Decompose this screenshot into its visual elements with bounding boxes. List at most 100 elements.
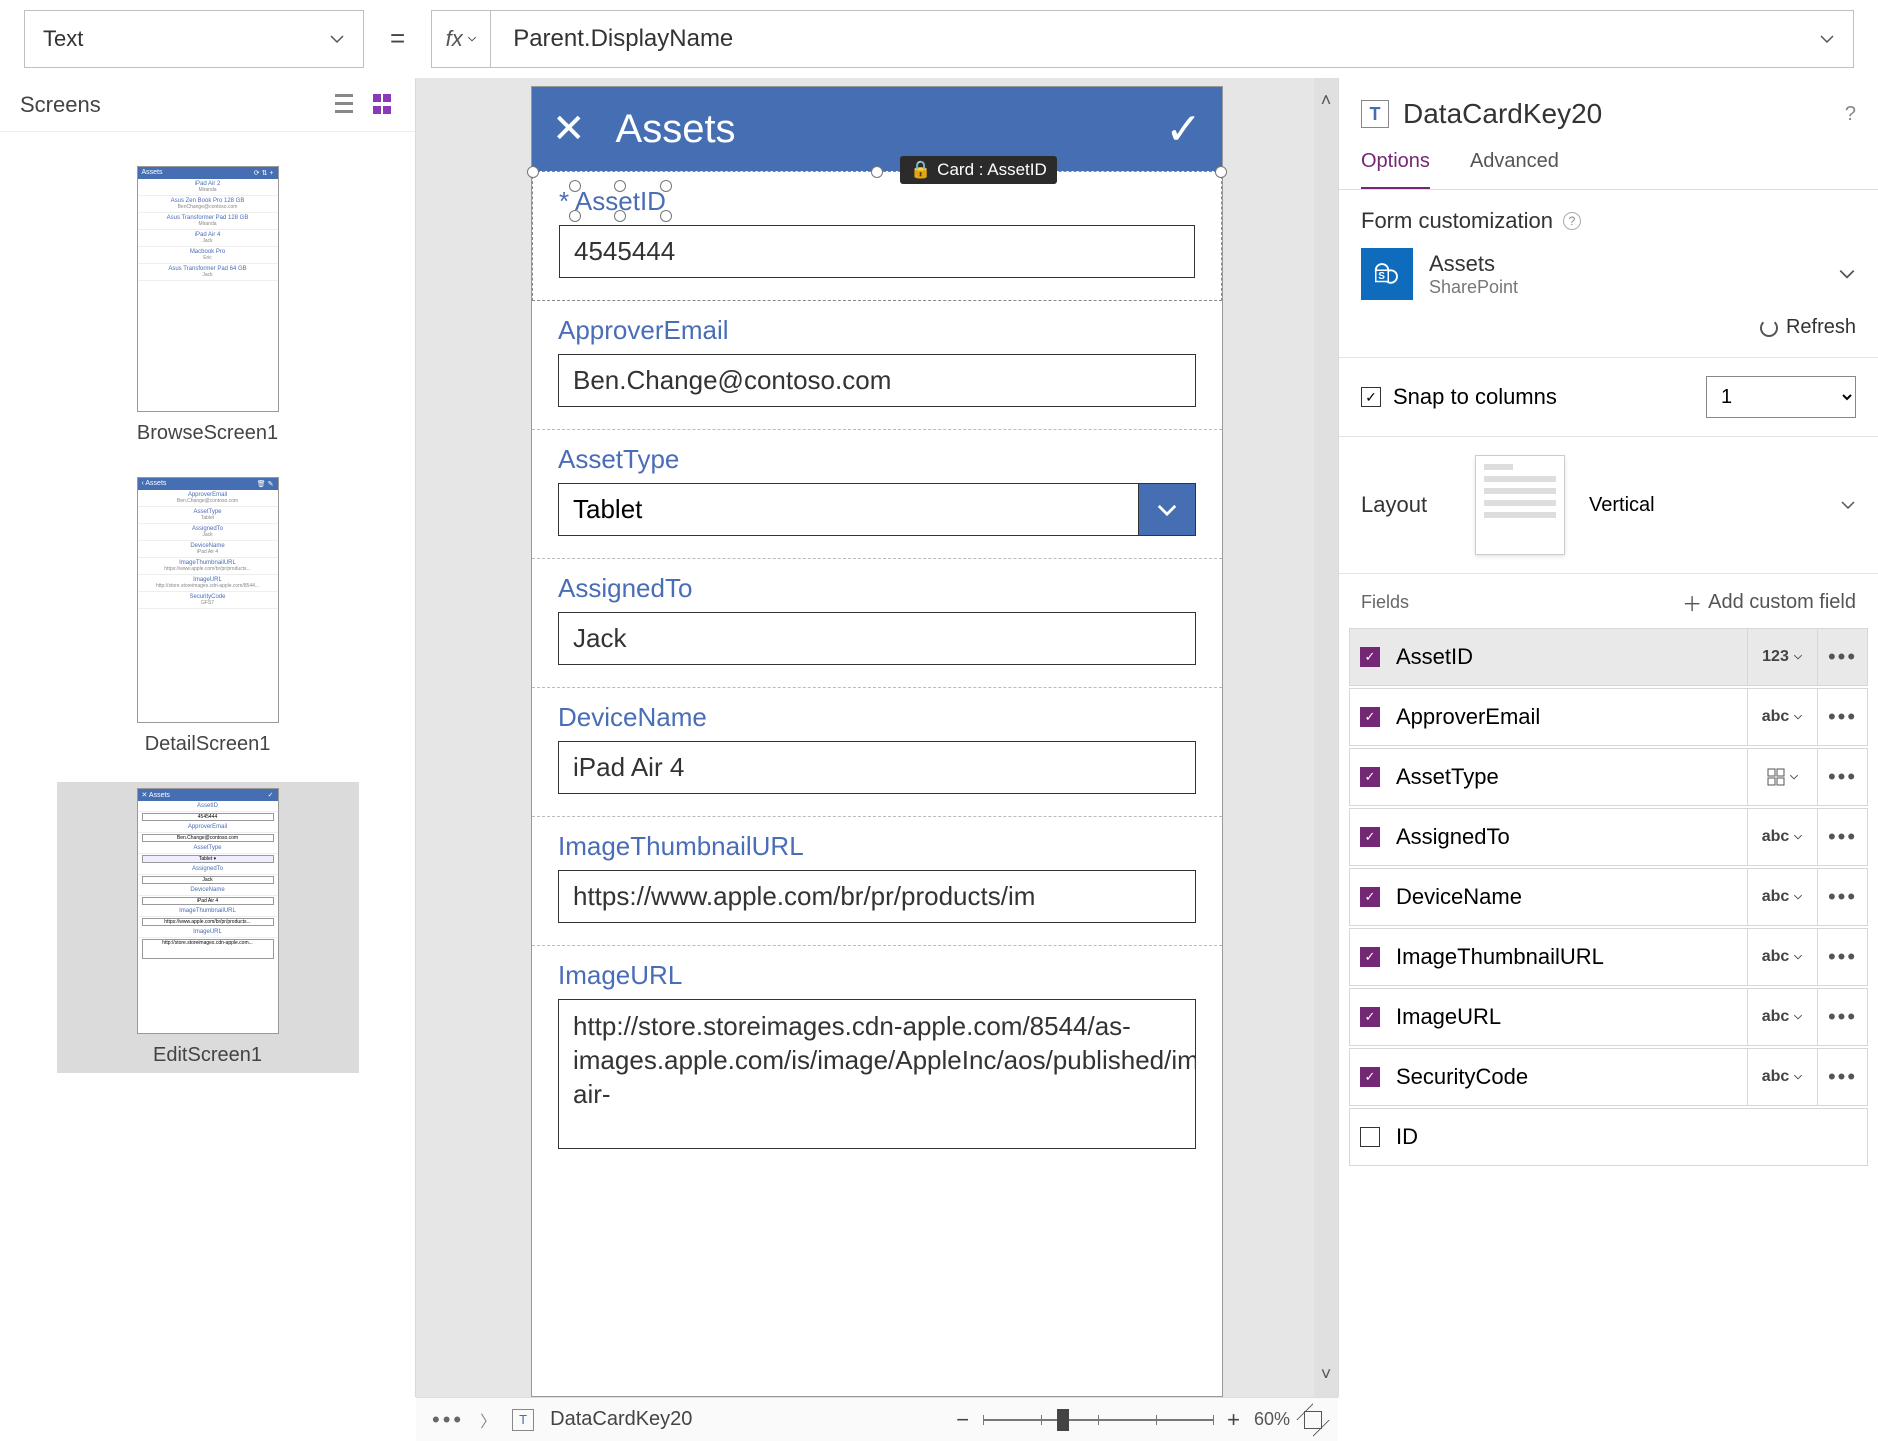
phone-canvas[interactable]: ✕ Assets ✓ * AssetID ApproverEmail [531,86,1223,1397]
screen-label: DetailScreen1 [137,733,279,756]
layout-label: Layout [1361,492,1451,518]
screens-panel: Screens Assets⟳ ⇅ + iPad Air 2Miranda As… [0,78,416,1397]
screens-header: Screens [0,78,415,132]
field-type-selector[interactable]: abc [1747,869,1817,925]
snap-label: Snap to columns [1393,384,1557,410]
layout-select[interactable]: Vertical [1589,494,1856,517]
screens-title: Screens [20,92,101,118]
field-label: ImageThumbnailURL [558,831,1196,862]
card-imagethumbnailurl[interactable]: ImageThumbnailURL [532,817,1222,946]
field-row-devicename[interactable]: ✓ DeviceNameabc ••• [1349,868,1868,926]
field-row-assignedto[interactable]: ✓ AssignedToabc ••• [1349,808,1868,866]
canvas-scrollbar[interactable]: ˄ ˅ [1314,78,1338,1397]
field-row-imagethumbnailurl[interactable]: ✓ImageThumbnailURLabc ••• [1349,928,1868,986]
field-checkbox[interactable]: ✓ [1360,647,1380,667]
card-imageurl[interactable]: ImageURL http://store.storeimages.cdn-ap… [532,946,1222,1171]
field-name: DeviceName [1390,884,1747,910]
list-view-icon[interactable] [335,94,357,116]
refresh-button[interactable]: Refresh [1361,316,1856,339]
tab-advanced[interactable]: Advanced [1470,136,1559,189]
breadcrumb[interactable]: DataCardKey20 [550,1408,692,1431]
equals-icon: = [384,23,411,54]
field-checkbox[interactable]: ✓ [1360,767,1380,787]
field-more-icon[interactable]: ••• [1817,1049,1867,1105]
properties-panel: T DataCardKey20 ? Options Advanced Form … [1338,78,1878,1397]
field-checkbox[interactable]: ✓ [1360,887,1380,907]
field-input-assetid[interactable] [559,225,1195,278]
field-select-assettype[interactable]: Tablet [558,483,1138,536]
app-title: Assets [616,107,1136,152]
field-checkbox[interactable]: ✓ [1360,827,1380,847]
screen-thumbnail-edit[interactable]: ✕ Assets✓ AssetID4545444 ApproverEmailBe… [57,782,359,1073]
field-name: AssignedTo [1390,824,1747,850]
card-devicename[interactable]: DeviceName [532,688,1222,817]
field-type-selector[interactable]: 123 [1747,629,1817,685]
data-source-row[interactable]: S Assets SharePoint [1361,248,1856,300]
card-assettype[interactable]: AssetType Tablet [532,430,1222,559]
field-more-icon[interactable]: ••• [1817,809,1867,865]
chevron-down-icon[interactable] [1838,265,1856,283]
fit-to-screen-icon[interactable] [1304,1411,1322,1429]
field-row-assetid[interactable]: ✓AssetID123 ••• [1349,628,1868,686]
property-selector[interactable]: Text [24,10,364,68]
field-type-selector[interactable]: abc [1747,1049,1817,1105]
text-control-icon: T [512,1409,534,1431]
field-checkbox[interactable]: ✓ [1360,1067,1380,1087]
scroll-down-icon[interactable]: ˅ [1321,1364,1332,1385]
fx-button[interactable]: fx [431,10,491,68]
field-checkbox[interactable]: ✓ [1360,947,1380,967]
field-row-securitycode[interactable]: ✓SecurityCodeabc ••• [1349,1048,1868,1106]
canvas-area: 🔒 Card : AssetID ✕ Assets ✓ * AssetID [416,78,1338,1397]
card-assignedto[interactable]: AssignedTo [532,559,1222,688]
zoom-out-button[interactable]: − [956,1407,969,1433]
screen-thumbnail-detail[interactable]: ‹ Assets🗑 ✎ ApproverEmailBen.Change@cont… [57,471,359,762]
dropdown-button[interactable] [1138,483,1196,536]
field-type-selector[interactable] [1747,749,1817,805]
snap-checkbox[interactable]: ✓ [1361,387,1381,407]
field-type-selector[interactable]: abc [1747,809,1817,865]
status-bar: ••• 〉 T DataCardKey20 − + 60% [416,1397,1338,1441]
field-input-imagethumbnailurl[interactable] [558,870,1196,923]
field-more-icon[interactable]: ••• [1817,869,1867,925]
field-more-icon[interactable]: ••• [1817,929,1867,985]
help-icon[interactable]: ? [1845,103,1856,126]
chevron-down-icon [329,31,345,47]
add-custom-field-button[interactable]: ＋ Add custom field [1682,588,1856,617]
field-input-devicename[interactable] [558,741,1196,794]
grid-view-icon[interactable] [373,94,395,116]
more-icon[interactable]: ••• [432,1407,464,1433]
field-checkbox[interactable]: ✓ [1360,1007,1380,1027]
field-more-icon[interactable]: ••• [1817,989,1867,1045]
field-textarea-imageurl[interactable]: http://store.storeimages.cdn-apple.com/8… [558,999,1196,1149]
tab-options[interactable]: Options [1361,136,1430,189]
field-row-assettype[interactable]: ✓AssetType ••• [1349,748,1868,806]
field-type-selector[interactable]: abc [1747,689,1817,745]
zoom-in-button[interactable]: + [1227,1407,1240,1433]
form-customization-section: Form customization ? S Assets SharePoint… [1339,190,1878,358]
field-row-imageurl[interactable]: ✓ImageURLabc ••• [1349,988,1868,1046]
properties-header: T DataCardKey20 ? [1339,78,1878,136]
field-more-icon[interactable]: ••• [1817,689,1867,745]
zoom-slider[interactable] [983,1419,1213,1421]
field-more-icon[interactable]: ••• [1817,749,1867,805]
field-more-icon[interactable]: ••• [1817,629,1867,685]
field-input-approveremail[interactable] [558,354,1196,407]
field-checkbox[interactable]: ✓ [1360,707,1380,727]
screen-thumbnail-browse[interactable]: Assets⟳ ⇅ + iPad Air 2Miranda Asus Zen B… [57,160,359,451]
field-row-approveremail[interactable]: ✓ApproverEmailabc ••• [1349,688,1868,746]
cancel-icon[interactable]: ✕ [552,106,586,152]
card-assetid[interactable]: * AssetID [532,171,1222,301]
field-input-assignedto[interactable] [558,612,1196,665]
field-type-selector[interactable]: abc [1747,929,1817,985]
card-approveremail[interactable]: ApproverEmail [532,301,1222,430]
submit-icon[interactable]: ✓ [1165,104,1202,155]
scroll-up-icon[interactable]: ˄ [1321,90,1332,111]
help-icon[interactable]: ? [1563,212,1581,230]
field-label: ApproverEmail [558,315,1196,346]
field-type-selector[interactable]: abc [1747,989,1817,1045]
formula-input[interactable]: Parent.DisplayName [491,10,1854,68]
field-checkbox[interactable] [1360,1127,1380,1147]
field-row-id[interactable]: ID [1349,1108,1868,1166]
property-selector-label: Text [43,26,83,52]
columns-select[interactable]: 1 [1706,376,1856,418]
